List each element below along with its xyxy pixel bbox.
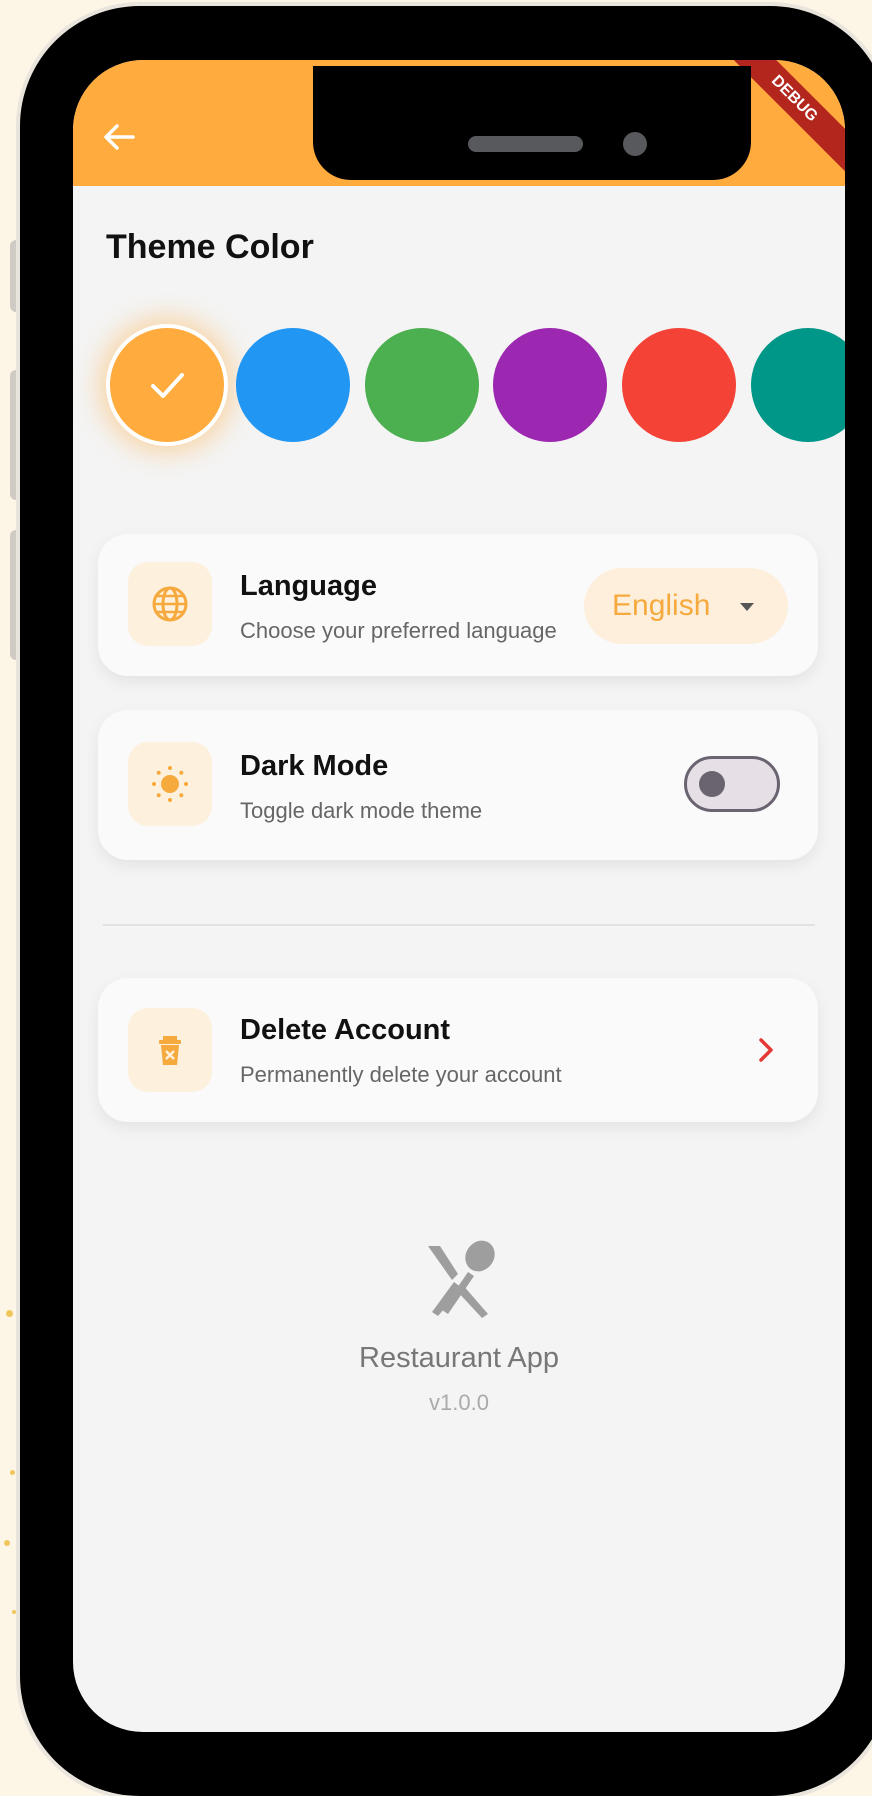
theme-swatch-red[interactable] xyxy=(622,328,736,442)
language-subtitle: Choose your preferred language xyxy=(240,618,557,643)
divider xyxy=(103,924,815,926)
dark-mode-toggle[interactable] xyxy=(684,756,780,812)
theme-color-label: Theme Color xyxy=(106,228,314,266)
language-dropdown[interactable]: English xyxy=(584,568,788,644)
delete-account-card[interactable]: Delete Account Permanently delete your a… xyxy=(98,978,818,1122)
delete-account-title: Delete Account xyxy=(240,1014,451,1046)
theme-swatch-teal[interactable] xyxy=(751,328,845,442)
toggle-knob xyxy=(699,771,725,797)
check-icon xyxy=(151,373,184,398)
language-title: Language xyxy=(240,570,377,602)
chevron-down-icon xyxy=(740,603,754,611)
dark-mode-title: Dark Mode xyxy=(240,750,389,782)
delete-account-subtitle: Permanently delete your account xyxy=(240,1062,562,1087)
sun-icon xyxy=(152,766,188,802)
app-screen: SETTINGS DEBUG Theme Color Language Choo… xyxy=(73,60,845,1732)
delete-icon xyxy=(159,1036,181,1065)
theme-swatch-orange[interactable] xyxy=(110,328,224,442)
theme-swatch-blue[interactable] xyxy=(236,328,350,442)
phone-notch xyxy=(313,66,751,180)
restaurant-icon xyxy=(428,1240,495,1318)
camera xyxy=(623,132,647,156)
app-name: Restaurant App xyxy=(359,1342,559,1374)
theme-swatch-green[interactable] xyxy=(365,328,479,442)
delete-icon-box xyxy=(128,1008,212,1092)
chevron-right-icon[interactable] xyxy=(754,1036,778,1064)
speaker xyxy=(468,136,583,152)
dark-mode-card[interactable]: Dark Mode Toggle dark mode theme xyxy=(98,710,818,860)
language-selected: English xyxy=(612,589,711,622)
language-card[interactable]: Language Choose your preferred language … xyxy=(98,534,818,676)
globe-icon xyxy=(152,586,188,622)
theme-swatch-purple[interactable] xyxy=(493,328,607,442)
dark-mode-subtitle: Toggle dark mode theme xyxy=(240,798,483,823)
dark-mode-icon-box xyxy=(128,742,212,826)
language-icon-box xyxy=(128,562,212,646)
app-version: v1.0.0 xyxy=(429,1390,489,1415)
